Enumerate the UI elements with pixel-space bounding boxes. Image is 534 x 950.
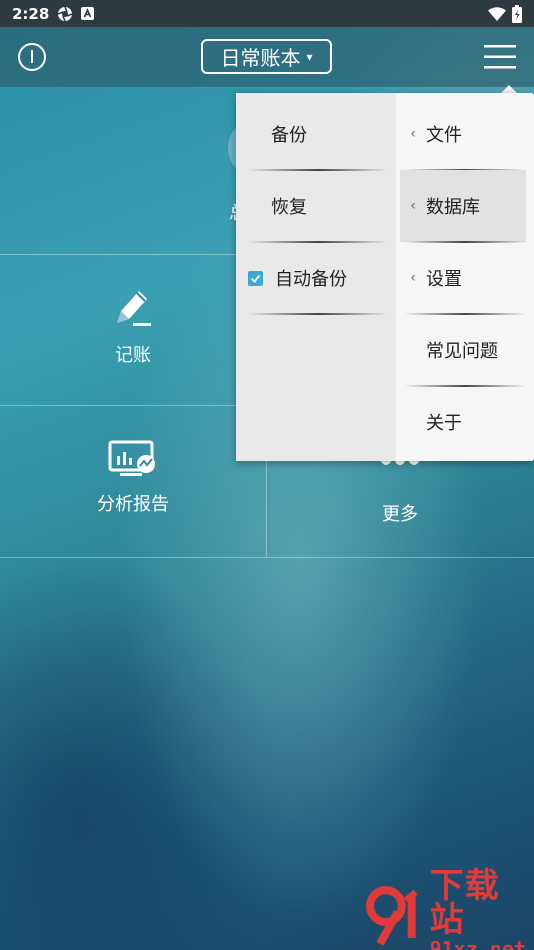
pen-edit-icon <box>117 291 151 326</box>
submenu-item-backup[interactable]: 备份 <box>236 98 396 170</box>
menu-item-label: 设置 <box>426 269 462 290</box>
status-bar: 2:28 <box>0 0 534 27</box>
menu-item-database[interactable]: ‹ 数据库 <box>400 170 526 242</box>
wifi-icon <box>488 6 506 21</box>
app-notification-icon <box>81 7 95 20</box>
menu-item-label: 恢复 <box>271 197 307 218</box>
status-time: 2:28 <box>12 4 50 23</box>
chevron-left-icon: ‹ <box>410 198 416 214</box>
menu-item-label: 文件 <box>426 125 462 146</box>
watermark-text: 下载站 <box>429 866 500 940</box>
menu-item-faq[interactable]: 常见问题 <box>396 314 534 386</box>
menu-divider <box>248 313 388 315</box>
menu-item-label: 数据库 <box>426 197 480 218</box>
menu-item-settings[interactable]: ‹ 设置 <box>396 242 534 314</box>
grid-divider <box>0 557 534 558</box>
submenu-panel: 备份 恢复 自动备份 <box>236 93 396 461</box>
tile-label: 分析报告 <box>97 494 169 515</box>
submenu-item-auto-backup[interactable]: 自动备份 <box>236 242 396 314</box>
chart-monitor-icon <box>108 440 155 476</box>
battery-icon <box>512 4 522 23</box>
tile-bookkeeping[interactable]: 记账 <box>60 285 206 367</box>
menu-item-label: 关于 <box>426 413 462 434</box>
chevron-left-icon: ‹ <box>410 270 416 286</box>
ledger-selector[interactable]: 日常账本 ▾ <box>201 39 332 74</box>
submenu-item-restore[interactable]: 恢复 <box>236 170 396 242</box>
menu-item-about[interactable]: 关于 <box>396 386 534 458</box>
check-icon <box>250 274 261 283</box>
app-bar: 日常账本 ▾ <box>0 27 534 87</box>
power-button[interactable] <box>17 42 47 72</box>
power-icon <box>18 43 46 71</box>
auto-backup-checkbox[interactable] <box>248 270 263 286</box>
menu-item-file[interactable]: ‹ 文件 <box>396 98 534 170</box>
ledger-title: 日常账本 <box>220 46 301 70</box>
main-menu-panel: ‹ 文件 ‹ 数据库 ‹ 设置 常见问题 关于 <box>396 93 534 461</box>
watermark-logo-icon <box>365 886 418 946</box>
menu-item-label: 自动备份 <box>275 269 347 290</box>
tile-label: 更多 <box>382 504 418 525</box>
tile-label: 记账 <box>115 345 151 366</box>
main-menu-dropdown: 备份 恢复 自动备份 ‹ 文件 ‹ 数据库 ‹ 设置 常见问题 关于 <box>236 93 534 461</box>
tile-analysis-report[interactable]: 分析报告 <box>60 440 206 516</box>
aperture-icon <box>57 6 73 22</box>
watermark: 下载站 91xz.net <box>360 869 534 950</box>
tile-more[interactable]: 更多 <box>327 450 473 526</box>
caret-down-icon: ▾ <box>306 49 313 64</box>
watermark-url: 91xz.net <box>429 937 526 950</box>
menu-item-label: 常见问题 <box>426 341 498 362</box>
chevron-left-icon: ‹ <box>410 126 416 142</box>
menu-button[interactable] <box>484 44 516 70</box>
menu-item-label: 备份 <box>271 125 307 146</box>
hamburger-menu-icon <box>484 45 516 69</box>
